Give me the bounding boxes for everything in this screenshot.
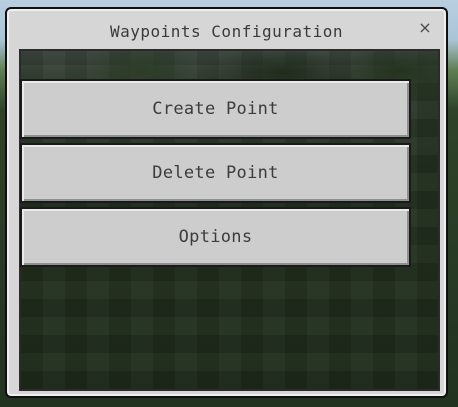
dialog-title-bar: Waypoints Configuration × <box>7 9 446 49</box>
game-scene: Waypoints Configuration × Create Point D… <box>0 0 458 407</box>
delete-point-button[interactable]: Delete Point <box>20 143 411 203</box>
close-icon[interactable]: × <box>416 19 434 37</box>
create-point-button[interactable]: Create Point <box>20 79 411 139</box>
options-button[interactable]: Options <box>20 207 411 267</box>
delete-point-label: Delete Point <box>152 163 279 183</box>
create-point-label: Create Point <box>152 99 279 119</box>
dialog-title: Waypoints Configuration <box>109 22 344 41</box>
options-label: Options <box>178 227 253 247</box>
